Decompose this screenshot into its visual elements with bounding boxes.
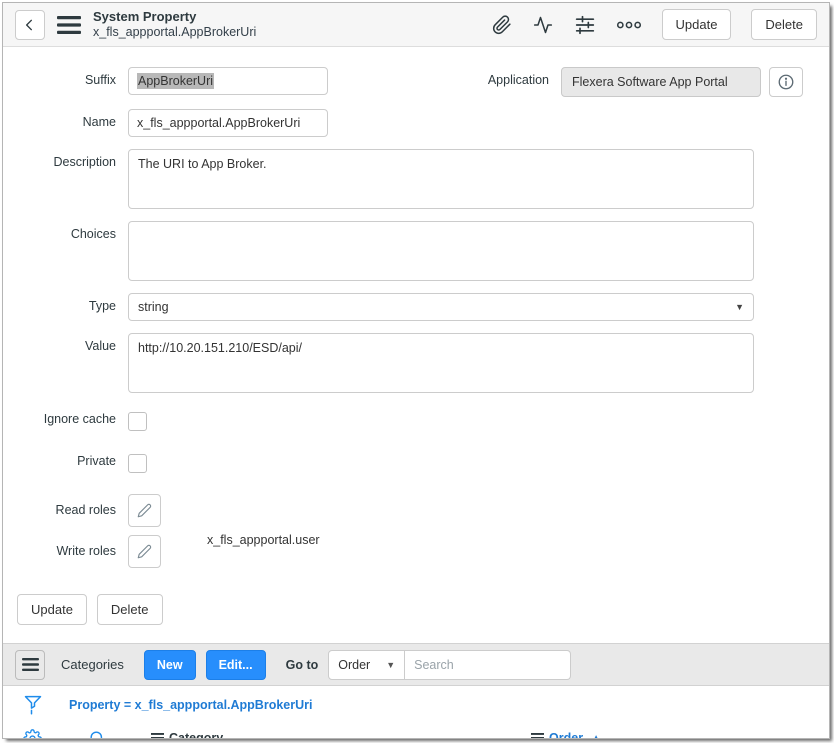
sliders-icon[interactable] [574,15,596,35]
pencil-icon [137,544,152,559]
back-button[interactable] [15,10,45,40]
pencil-icon [137,503,152,518]
sort-ascending-icon: ▲ [591,733,601,740]
info-circle-icon [777,73,795,91]
funnel-icon[interactable] [23,694,43,716]
column-label-category: Category [169,731,223,739]
footer-update-button[interactable]: Update [17,594,87,625]
application-label: Application [488,67,561,87]
read-roles-edit-button[interactable] [128,494,161,527]
header-delete-button[interactable]: Delete [751,9,817,40]
row-private: Private [3,452,829,473]
suffix-selected-text: AppBrokerUri [137,73,214,89]
read-roles-label: Read roles [3,494,128,517]
paperclip-icon[interactable] [492,15,512,35]
choices-label: Choices [3,221,128,241]
more-options-icon[interactable] [616,19,642,31]
type-label: Type [3,293,128,313]
suffix-input[interactable]: AppBrokerUri [128,67,328,95]
row-value: Value http://10.20.151.210/ESD/api/ [3,333,829,393]
type-select-value: string [138,300,169,314]
hamburger-icon [531,733,544,739]
write-roles-edit-button[interactable] [128,535,161,568]
application-info-button[interactable] [769,67,803,97]
hamburger-icon [151,733,164,739]
row-type: Type string ▼ [3,293,829,321]
goto-select-value: Order [338,658,370,672]
row-write-roles: Write roles x_fls_appportal.user [3,535,829,568]
related-list-header: Categories New Edit... Go to Order ▼ [3,643,829,686]
application-group: Application Flexera Software App Portal [488,67,829,97]
magnifier-icon[interactable] [88,729,107,740]
related-list-title: Categories [61,657,124,672]
footer-delete-button[interactable]: Delete [97,594,163,625]
header-update-button[interactable]: Update [662,9,732,40]
list-columns-header: Category Order ▲ [3,723,829,739]
type-select[interactable]: string ▼ [128,293,754,321]
suffix-label: Suffix [3,67,128,87]
choices-textarea[interactable] [128,221,754,281]
description-textarea[interactable]: The URI to App Broker. [128,149,754,209]
row-ignore-cache: Ignore cache [3,410,829,431]
ignore-cache-checkbox[interactable] [128,412,147,431]
activity-stream-icon[interactable] [532,15,554,35]
form-body: Suffix AppBrokerUri Application Flexera … [3,47,829,641]
hamburger-icon [57,16,81,34]
private-label: Private [3,452,128,468]
gear-icon[interactable] [23,729,42,740]
header-actions: Update Delete [492,9,818,40]
goto-column-select[interactable]: Order ▼ [328,650,405,680]
row-name: Name [3,109,829,137]
column-label-order: Order [549,731,583,739]
list-filter-row: Property = x_fls_appportal.AppBrokerUri [3,686,829,723]
form-header: System Property x_fls_appportal.AppBroke… [3,3,829,47]
form-context-menu-button[interactable] [57,16,81,34]
private-checkbox[interactable] [128,454,147,473]
hamburger-icon [22,658,39,671]
form-footer: Update Delete [3,580,829,641]
breadcrumb-filter-link[interactable]: Property = x_fls_appportal.AppBrokerUri [69,698,312,712]
system-property-window: System Property x_fls_appportal.AppBroke… [2,2,830,739]
row-suffix-application: Suffix AppBrokerUri Application Flexera … [3,67,829,97]
column-header-order[interactable]: Order ▲ [531,731,601,739]
caret-down-icon: ▼ [735,302,744,312]
column-header-category[interactable]: Category [151,731,223,739]
goto-controls: Order ▼ [328,650,571,680]
page-title: System Property [93,10,256,25]
related-list-menu-button[interactable] [15,650,45,680]
description-label: Description [3,149,128,169]
value-textarea[interactable]: http://10.20.151.210/ESD/api/ [128,333,754,393]
name-label: Name [3,109,128,129]
list-search-input[interactable] [405,650,571,680]
record-subtitle: x_fls_appportal.AppBrokerUri [93,25,256,39]
row-choices: Choices [3,221,829,281]
application-field: Flexera Software App Portal [561,67,761,97]
chevron-left-icon [22,17,38,33]
name-input[interactable] [128,109,328,137]
record-title-block: System Property x_fls_appportal.AppBroke… [93,10,256,39]
write-roles-label: Write roles [3,535,128,558]
row-read-roles: Read roles [3,494,829,527]
row-description: Description The URI to App Broker. [3,149,829,209]
write-roles-value: x_fls_appportal.user [161,526,320,547]
caret-down-icon: ▼ [386,660,395,670]
goto-label: Go to [286,658,319,672]
ignore-cache-label: Ignore cache [3,410,128,426]
value-label: Value [3,333,128,353]
edit-button[interactable]: Edit... [206,650,266,680]
new-button[interactable]: New [144,650,196,680]
